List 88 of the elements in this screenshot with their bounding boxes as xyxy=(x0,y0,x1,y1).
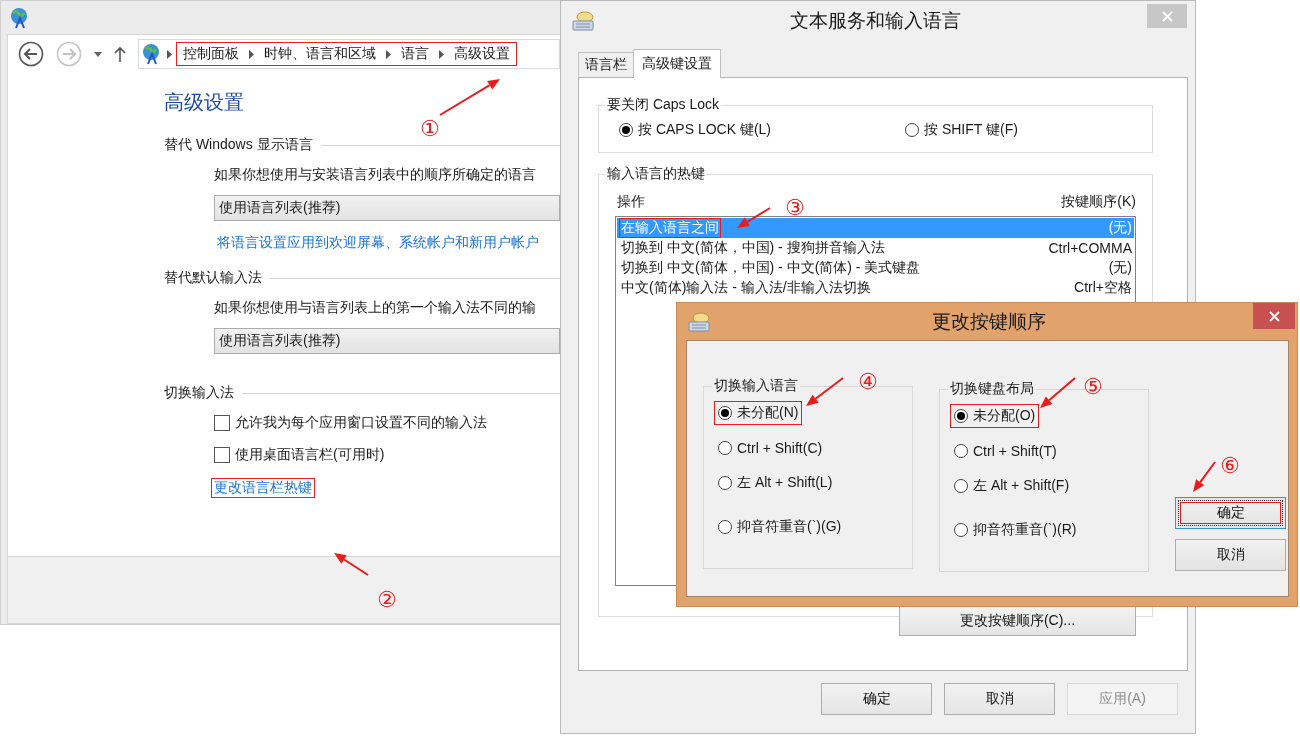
radio-button[interactable]: 未分配(O) xyxy=(950,404,1040,428)
column-header: 操作 xyxy=(617,193,645,211)
radio-button[interactable]: 左 Alt + Shift(L) xyxy=(714,471,837,495)
action-cell: 在输入语言之间 xyxy=(619,218,721,238)
list-row[interactable]: 切换到 中文(简体，中国) - 搜狗拼音输入法 Ctrl+COMMA xyxy=(617,238,1134,258)
step-number: ⑤ xyxy=(1083,375,1103,399)
close-button[interactable] xyxy=(1253,303,1295,329)
radio-circle-icon[interactable] xyxy=(954,409,968,423)
radio-button[interactable]: 抑音符重音(`)(R) xyxy=(950,518,1081,542)
radio-circle-icon[interactable] xyxy=(718,441,732,455)
breadcrumb-item[interactable]: 控制面板 xyxy=(183,45,239,63)
tab[interactable]: 语言栏 xyxy=(578,52,634,77)
radio-button[interactable]: 按 SHIFT 键(F) xyxy=(901,118,1022,142)
action-cell-text: 切换到 中文(简体，中国) - 中文(简体) - 美式键盘 xyxy=(620,258,922,277)
section-title: 替代默认输入法 xyxy=(164,269,262,287)
keys-cell: (无) xyxy=(1108,259,1132,277)
up-arrow-icon[interactable] xyxy=(114,46,126,62)
step-number: ④ xyxy=(858,370,878,394)
change-key-sequence-button[interactable]: 更改按键顺序(C)... xyxy=(899,606,1136,636)
radio-circle-icon[interactable] xyxy=(954,479,968,493)
breadcrumb-item[interactable]: 时钟、语言和区域 xyxy=(264,45,376,63)
list-row[interactable]: 切换到 中文(简体，中国) - 中文(简体) - 美式键盘 (无) xyxy=(617,258,1134,278)
description-text: 如果你想使用与语言列表上的第一个输入法不同的输 xyxy=(214,299,537,317)
checkbox[interactable]: 使用桌面语言栏(可用时) xyxy=(214,446,560,464)
action-cell-text: 切换到 中文(简体，中国) - 搜狗拼音输入法 xyxy=(620,238,886,257)
arrow xyxy=(334,553,369,576)
radio-circle-icon[interactable] xyxy=(718,476,732,490)
chevron-icon[interactable] xyxy=(386,49,391,59)
description-text: 如果你想使用与安装语言列表中的顺序所确定的语言 xyxy=(214,166,537,184)
step-number: ① xyxy=(420,117,440,141)
group-title: 要关闭 Caps Lock xyxy=(606,96,721,114)
radio-button[interactable]: Ctrl + Shift(C) xyxy=(714,437,827,459)
radio-button[interactable]: 未分配(N) xyxy=(714,401,803,425)
step-number: ⑥ xyxy=(1220,454,1240,478)
arrow xyxy=(439,79,500,116)
radio-button[interactable]: 按 CAPS LOCK 键(L) xyxy=(615,118,776,142)
section-title: 替代 Windows 显示语言 xyxy=(164,136,313,154)
step-number: ③ xyxy=(785,196,805,220)
radio-circle-icon[interactable] xyxy=(905,123,920,137)
keyboard-icon xyxy=(571,10,595,32)
keyboard-icon xyxy=(687,310,711,333)
dialog-button[interactable]: 取消 xyxy=(1175,539,1286,571)
list-row[interactable]: 中文(简体)输入法 - 输入法/非输入法切换 Ctrl+空格 xyxy=(617,278,1134,298)
group-title: 切换输入语言 xyxy=(713,377,799,395)
step-number: ② xyxy=(377,588,397,612)
close-icon xyxy=(1161,10,1173,22)
forward-icon xyxy=(56,41,82,67)
breadcrumb-item[interactable]: 语言 xyxy=(401,45,429,63)
radio-circle-icon[interactable] xyxy=(718,406,732,420)
dialog-button[interactable]: 取消 xyxy=(944,683,1055,715)
radio-button[interactable]: Ctrl + Shift(T) xyxy=(950,440,1061,462)
radio-circle-icon[interactable] xyxy=(954,444,968,458)
address-bar[interactable]: 控制面板 时钟、语言和区域 语言 高级设置 xyxy=(138,39,560,69)
close-icon xyxy=(1268,310,1280,322)
keys-cell: (无) xyxy=(1108,219,1132,237)
radio-button[interactable]: 左 Alt + Shift(F) xyxy=(950,474,1074,498)
radio-circle-icon[interactable] xyxy=(954,523,968,537)
radio-circle-icon[interactable] xyxy=(619,123,633,137)
breadcrumb-item[interactable]: 高级设置 xyxy=(454,45,510,63)
link[interactable]: 将语言设置应用到欢迎屏幕、系统帐户和新用户帐户 xyxy=(214,233,542,253)
keys-cell: Ctrl+COMMA xyxy=(1048,240,1132,256)
window-title: 更改按键顺序 xyxy=(932,309,1046,334)
chevron-icon[interactable] xyxy=(167,49,172,59)
chevron-icon[interactable] xyxy=(249,49,254,59)
action-cell-text: 中文(简体)输入法 - 输入法/非输入法切换 xyxy=(620,278,872,297)
radio-button[interactable]: 抑音符重音(`)(G) xyxy=(714,515,846,539)
checkbox[interactable]: 允许我为每个应用窗口设置不同的输入法 xyxy=(214,414,560,432)
window-title: 文本服务和输入语言 xyxy=(789,9,961,33)
dropdown[interactable]: 使用语言列表(推荐) xyxy=(214,328,560,354)
group-title: 输入语言的热键 xyxy=(606,165,706,183)
keys-cell: Ctrl+空格 xyxy=(1074,279,1132,297)
section-title: 切换输入法 xyxy=(164,384,234,402)
page-heading: 高级设置 xyxy=(164,90,244,115)
dialog-button[interactable]: 确定 xyxy=(821,683,932,715)
group-title: 切换键盘布局 xyxy=(949,380,1035,398)
tab[interactable]: 高级键设置 xyxy=(633,49,721,78)
radio-circle-icon[interactable] xyxy=(718,520,732,534)
back-icon[interactable] xyxy=(18,41,44,67)
chevron-icon[interactable] xyxy=(439,49,444,59)
arrow xyxy=(1040,377,1076,408)
arrow xyxy=(806,377,844,406)
column-header: 按键顺序(K) xyxy=(1061,193,1136,211)
arrow xyxy=(1193,461,1216,492)
arrow xyxy=(737,207,771,228)
dialog-button[interactable]: 确定 xyxy=(1175,497,1286,529)
dropdown[interactable]: 使用语言列表(推荐) xyxy=(214,195,560,221)
link[interactable]: 更改语言栏热键 xyxy=(211,478,315,498)
caret-icon[interactable] xyxy=(94,51,102,57)
